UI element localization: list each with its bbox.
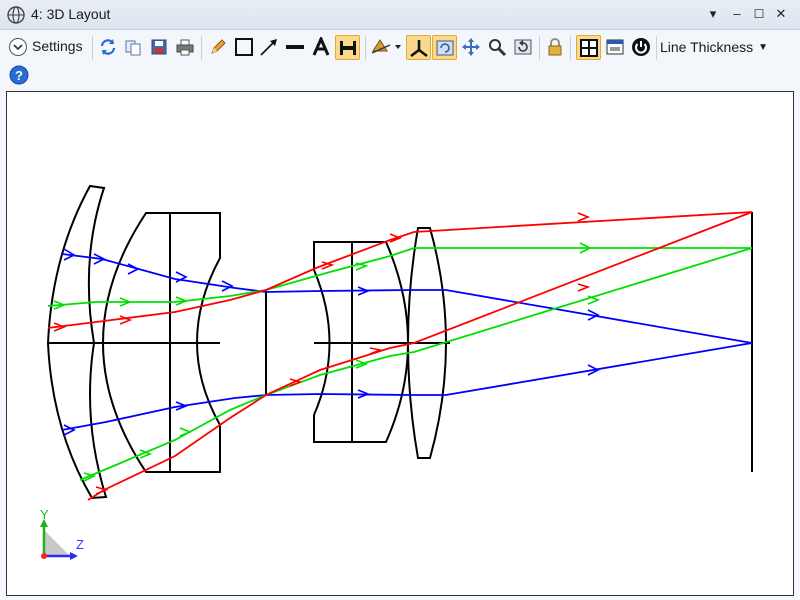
axis-z-label: Z	[76, 537, 84, 552]
ray-direction-arrows	[53, 212, 601, 495]
axis-triad	[40, 519, 78, 560]
optical-layout-drawing	[40, 184, 753, 560]
axis-y-label: Y	[40, 507, 49, 522]
ray-field3	[47, 211, 753, 501]
